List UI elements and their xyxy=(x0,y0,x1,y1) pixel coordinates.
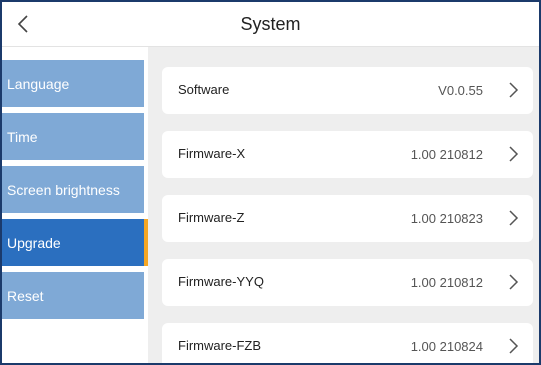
row-value: 1.00 210823 xyxy=(410,211,483,226)
row-value: V0.0.55 xyxy=(438,83,483,98)
sidebar-item-language[interactable]: Language xyxy=(2,60,144,107)
list-item-firmware-yyq[interactable]: Firmware-YYQ 1.00 210812 xyxy=(162,259,533,306)
header-bar: System xyxy=(2,2,539,47)
sidebar-item-upgrade[interactable]: Upgrade xyxy=(2,219,149,266)
sidebar-item-label: Reset xyxy=(7,287,44,304)
sidebar-item-screen-brightness[interactable]: Screen brightness xyxy=(2,166,144,213)
sidebar-item-time[interactable]: Time xyxy=(2,113,144,160)
chevron-right-icon xyxy=(509,274,519,290)
row-label: Firmware-FZB xyxy=(178,338,262,353)
row-label: Firmware-Z xyxy=(178,210,245,225)
chevron-right-icon xyxy=(509,82,519,98)
sidebar-item-label: Screen brightness xyxy=(7,181,120,198)
row-value: 1.00 210812 xyxy=(410,275,483,290)
content-panel: Software V0.0.55 Firmware-X 1.00 210812 … xyxy=(148,47,539,363)
list-item-software[interactable]: Software V0.0.55 xyxy=(162,67,533,114)
app-window: System Language Time Screen brightness U… xyxy=(0,0,541,365)
list-item-firmware-x[interactable]: Firmware-X 1.00 210812 xyxy=(162,131,533,178)
row-label: Firmware-X xyxy=(178,146,246,161)
chevron-right-icon xyxy=(509,338,519,354)
sidebar-item-reset[interactable]: Reset xyxy=(2,272,144,319)
sidebar-item-label: Time xyxy=(7,128,38,145)
chevron-right-icon xyxy=(509,210,519,226)
list-item-firmware-fzb[interactable]: Firmware-FZB 1.00 210824 xyxy=(162,323,533,363)
chevron-right-icon xyxy=(509,146,519,162)
sidebar-item-label: Language xyxy=(7,75,70,92)
row-label: Firmware-YYQ xyxy=(178,274,264,289)
sidebar-item-label: Upgrade xyxy=(7,234,61,251)
list-item-firmware-z[interactable]: Firmware-Z 1.00 210823 xyxy=(162,195,533,242)
sidebar: Language Time Screen brightness Upgrade … xyxy=(2,47,149,363)
row-value: 1.00 210812 xyxy=(410,147,483,162)
row-value: 1.00 210824 xyxy=(410,339,483,354)
row-label: Software xyxy=(178,82,230,97)
page-title: System xyxy=(240,14,301,34)
